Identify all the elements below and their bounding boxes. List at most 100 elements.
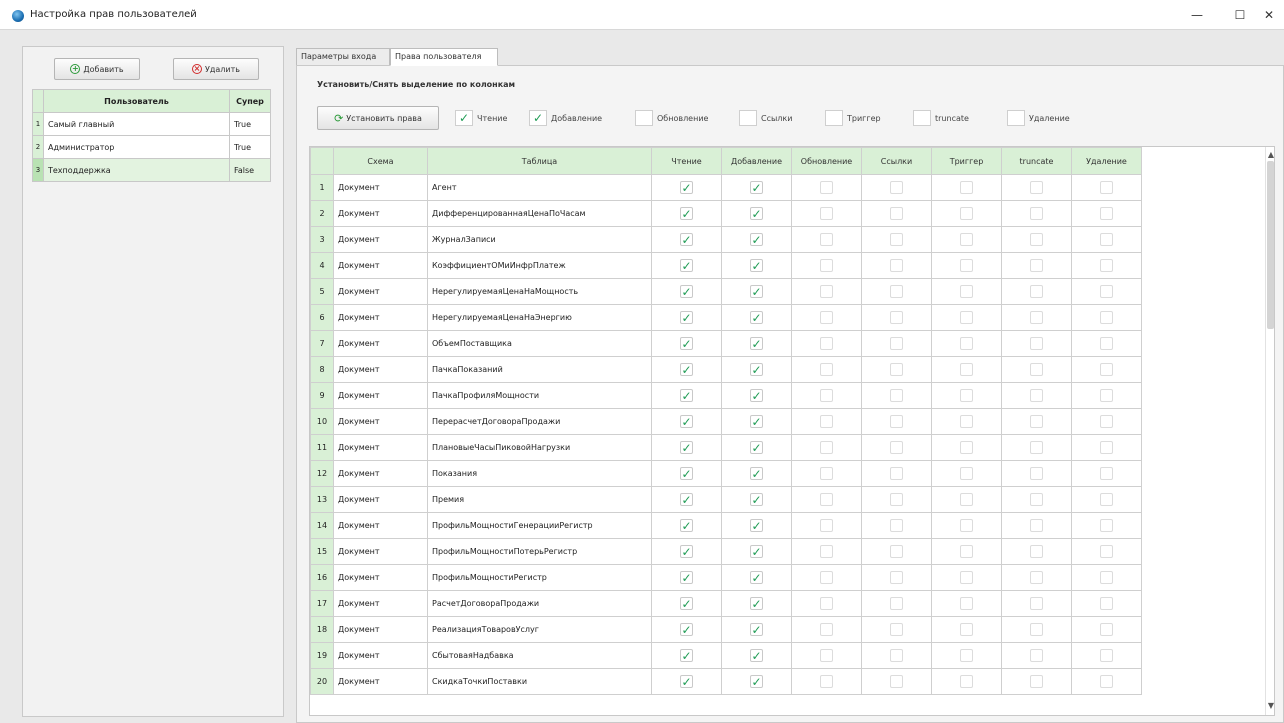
tab-user-rights[interactable]: Права пользователя	[390, 48, 498, 66]
checkmark-icon[interactable]: ✓	[750, 597, 763, 610]
cell-read[interactable]: ✓	[651, 512, 722, 539]
cell-references[interactable]	[861, 460, 932, 487]
checkbox-icon[interactable]	[1030, 363, 1043, 376]
checkbox-icon[interactable]	[1100, 623, 1113, 636]
table-cell[interactable]: ПачкаПоказаний	[427, 356, 652, 383]
cell-truncate[interactable]	[1001, 590, 1072, 617]
checkbox-icon[interactable]	[820, 675, 833, 688]
toggle-update[interactable]: Обновление	[635, 106, 708, 130]
row-number[interactable]: 18	[310, 616, 334, 643]
row-number[interactable]: 6	[310, 304, 334, 331]
checkbox-icon[interactable]	[960, 675, 973, 688]
checkbox-icon[interactable]	[1030, 337, 1043, 350]
checkbox-icon[interactable]	[739, 110, 757, 126]
user-row[interactable]: 1 Самый главный True	[32, 112, 271, 136]
cell-references[interactable]	[861, 174, 932, 201]
checkbox-icon[interactable]	[1030, 493, 1043, 506]
table-row[interactable]: 12 Документ Показания ✓ ✓	[310, 460, 1142, 487]
cell-read[interactable]: ✓	[651, 564, 722, 591]
cell-update[interactable]	[791, 564, 862, 591]
cell-read[interactable]: ✓	[651, 330, 722, 357]
cell-read[interactable]: ✓	[651, 174, 722, 201]
cell-trigger[interactable]	[931, 226, 1002, 253]
checkmark-icon[interactable]: ✓	[750, 623, 763, 636]
cell-update[interactable]	[791, 642, 862, 669]
checkmark-icon[interactable]: ✓	[455, 110, 473, 126]
checkmark-icon[interactable]: ✓	[680, 389, 693, 402]
checkbox-icon[interactable]	[960, 207, 973, 220]
schema-cell[interactable]: Документ	[333, 564, 428, 591]
checkbox-icon[interactable]	[820, 623, 833, 636]
row-number[interactable]: 4	[310, 252, 334, 279]
checkbox-icon[interactable]	[1100, 389, 1113, 402]
vertical-scrollbar[interactable]: ▲ ▼	[1265, 147, 1274, 715]
cell-delete[interactable]	[1071, 564, 1142, 591]
close-button[interactable]: ✕	[1254, 4, 1284, 26]
minimize-button[interactable]: —	[1177, 4, 1217, 26]
table-cell[interactable]: ОбъемПоставщика	[427, 330, 652, 357]
toggle-trigger[interactable]: Триггер	[825, 106, 881, 130]
checkmark-icon[interactable]: ✓	[680, 675, 693, 688]
checkbox-icon[interactable]	[1100, 415, 1113, 428]
toggle-references[interactable]: Ссылки	[739, 106, 792, 130]
cell-insert[interactable]: ✓	[721, 616, 792, 643]
checkbox-icon[interactable]	[913, 110, 931, 126]
checkbox-icon[interactable]	[1100, 207, 1113, 220]
checkbox-icon[interactable]	[820, 285, 833, 298]
cell-update[interactable]	[791, 252, 862, 279]
checkbox-icon[interactable]	[1030, 441, 1043, 454]
cell-delete[interactable]	[1071, 330, 1142, 357]
cell-delete[interactable]	[1071, 252, 1142, 279]
cell-references[interactable]	[861, 564, 932, 591]
user-super-cell[interactable]: False	[229, 158, 271, 182]
checkmark-icon[interactable]: ✓	[750, 519, 763, 532]
user-name-cell[interactable]: Администратор	[43, 135, 230, 159]
checkbox-icon[interactable]	[1030, 233, 1043, 246]
row-number[interactable]: 12	[310, 460, 334, 487]
cell-read[interactable]: ✓	[651, 200, 722, 227]
schema-cell[interactable]: Документ	[333, 278, 428, 305]
cell-update[interactable]	[791, 512, 862, 539]
checkbox-icon[interactable]	[960, 545, 973, 558]
checkmark-icon[interactable]: ✓	[529, 110, 547, 126]
cell-insert[interactable]: ✓	[721, 382, 792, 409]
cell-insert[interactable]: ✓	[721, 538, 792, 565]
user-super-cell[interactable]: True	[229, 112, 271, 136]
cell-read[interactable]: ✓	[651, 304, 722, 331]
cell-truncate[interactable]	[1001, 382, 1072, 409]
checkbox-icon[interactable]	[1030, 285, 1043, 298]
checkbox-icon[interactable]	[960, 441, 973, 454]
cell-read[interactable]: ✓	[651, 590, 722, 617]
cell-references[interactable]	[861, 304, 932, 331]
checkmark-icon[interactable]: ✓	[680, 493, 693, 506]
checkmark-icon[interactable]: ✓	[680, 285, 693, 298]
checkbox-icon[interactable]	[820, 649, 833, 662]
cell-trigger[interactable]	[931, 382, 1002, 409]
checkbox-icon[interactable]	[820, 519, 833, 532]
table-row[interactable]: 15 Документ ПрофильМощностиПотерьРегистр ✓ ✓	[310, 538, 1142, 565]
cell-references[interactable]	[861, 356, 932, 383]
checkbox-icon[interactable]	[1100, 675, 1113, 688]
checkbox-icon[interactable]	[890, 545, 903, 558]
cell-truncate[interactable]	[1001, 304, 1072, 331]
tab-login-params[interactable]: Параметры входа	[296, 48, 390, 66]
checkbox-icon[interactable]	[820, 259, 833, 272]
table-row[interactable]: 14 Документ ПрофильМощностиГенерацииРегист…	[310, 512, 1142, 539]
table-cell[interactable]: ПрофильМощностиПотерьРегистр	[427, 538, 652, 565]
cell-trigger[interactable]	[931, 174, 1002, 201]
checkmark-icon[interactable]: ✓	[750, 649, 763, 662]
checkbox-icon[interactable]	[825, 110, 843, 126]
schema-cell[interactable]: Документ	[333, 408, 428, 435]
checkmark-icon[interactable]: ✓	[750, 545, 763, 558]
checkbox-icon[interactable]	[960, 389, 973, 402]
cell-insert[interactable]: ✓	[721, 174, 792, 201]
cell-trigger[interactable]	[931, 408, 1002, 435]
table-row[interactable]: 20 Документ СкидкаТочкиПоставки ✓ ✓	[310, 668, 1142, 695]
row-number[interactable]: 1	[310, 174, 334, 201]
cell-trigger[interactable]	[931, 304, 1002, 331]
checkbox-icon[interactable]	[1100, 649, 1113, 662]
table-cell[interactable]: ПерерасчетДоговораПродажи	[427, 408, 652, 435]
checkbox-icon[interactable]	[820, 389, 833, 402]
table-row[interactable]: 8 Документ ПачкаПоказаний ✓ ✓	[310, 356, 1142, 383]
checkbox-icon[interactable]	[820, 181, 833, 194]
